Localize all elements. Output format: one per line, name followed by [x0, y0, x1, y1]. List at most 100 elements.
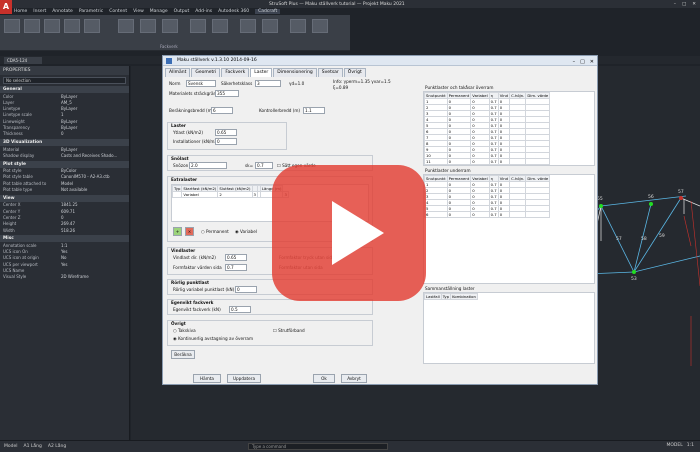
property-row[interactable]: Shadow display Casts and Receives Shado..… — [0, 152, 129, 158]
table-row[interactable]: 6 0 0 0.7 0 — [424, 211, 551, 218]
column-header[interactable]: Dim. värde — [525, 92, 551, 99]
dialog-minimize-icon[interactable]: – — [573, 57, 576, 67]
table-cell[interactable]: 0.7 — [488, 116, 499, 123]
minimize-icon[interactable]: – — [674, 2, 676, 7]
ribbon-tab-manage[interactable]: Manage — [150, 9, 168, 14]
table-cell[interactable]: 0.7 — [488, 128, 499, 135]
formfaktor-input[interactable]: 0.7 — [225, 264, 247, 271]
property-row[interactable]: Thickness 0 — [0, 131, 129, 137]
add-row-button[interactable]: + — [173, 227, 182, 236]
column-header[interactable]: Snutpunkt — [424, 175, 448, 182]
ribbon-tool-icon[interactable] — [262, 19, 278, 33]
truss-node[interactable] — [599, 204, 603, 208]
column-header[interactable]: Startfast (kN/m2) — [181, 185, 219, 192]
ribbon-tab-content[interactable]: Content — [109, 9, 127, 14]
column-header[interactable]: Variabel — [470, 175, 490, 182]
table-cell[interactable] — [509, 211, 527, 218]
table-cell[interactable]: 0.7 — [488, 122, 499, 129]
table-cell[interactable]: 0.7 — [488, 140, 499, 147]
table-cell[interactable]: 0.7 — [488, 110, 499, 117]
column-header[interactable]: Lastfall — [424, 293, 442, 300]
ribbon-tool-icon[interactable] — [140, 19, 156, 33]
property-row[interactable]: Linetype ByLayer — [0, 106, 129, 112]
truss-node[interactable] — [679, 196, 683, 200]
ytlast-input[interactable]: 0.65 — [215, 129, 237, 136]
property-row[interactable]: Center Y 609.71 — [0, 208, 129, 214]
material-input[interactable]: 355 — [215, 90, 239, 97]
ribbon-tab-annotate[interactable]: Annotate — [52, 9, 73, 14]
table-cell[interactable]: 0.7 — [488, 104, 499, 111]
ribbon-tool-icon[interactable] — [24, 19, 40, 33]
delete-row-button[interactable]: × — [185, 227, 194, 236]
ribbon-tab-insert[interactable]: Insert — [33, 9, 46, 14]
property-row[interactable]: Center X 1841.25 — [0, 202, 129, 208]
column-header[interactable]: Vind — [497, 92, 511, 99]
variabel-radio[interactable]: ◉ Variabel — [235, 229, 257, 234]
table-cell[interactable] — [509, 158, 527, 165]
dialog-maximize-icon[interactable]: □ — [580, 57, 585, 67]
application-menu-button[interactable]: A — [0, 0, 12, 14]
installationer-input[interactable]: 0 — [215, 138, 237, 145]
property-section-header[interactable]: View — [0, 194, 129, 202]
property-row[interactable]: Plot style ByColor — [0, 168, 129, 174]
property-section-header[interactable]: General — [0, 86, 129, 93]
column-header[interactable]: Permanent — [446, 92, 472, 99]
dialog-tab-laster[interactable]: Laster — [250, 68, 273, 77]
table-cell[interactable]: 0.7 — [488, 152, 499, 159]
rorlig-punktlast-input[interactable]: 0 — [235, 286, 257, 293]
maximize-icon[interactable]: □ — [682, 2, 686, 7]
layout-tab[interactable]: A2 Lång — [48, 444, 66, 449]
kontrollbredd-input[interactable]: 1.1 — [303, 107, 325, 114]
table-cell[interactable]: 6 — [424, 211, 448, 218]
table-cell[interactable]: 0.7 — [488, 205, 499, 212]
kontinuerlig-radio[interactable]: ◉ Kontinuerlig avstagning av överram — [173, 336, 253, 341]
property-row[interactable]: Material ByLayer — [0, 146, 129, 152]
property-row[interactable]: Visual Style 2D Wireframe — [0, 274, 129, 280]
table-cell[interactable]: 0.7 — [488, 199, 499, 206]
ribbon-tool-icon[interactable] — [290, 19, 306, 33]
truss-node[interactable] — [649, 202, 653, 206]
column-header[interactable]: Dim. värde — [525, 175, 551, 182]
table-cell[interactable]: Variabel — [181, 191, 219, 198]
property-row[interactable]: UCS per viewport Yes — [0, 261, 129, 267]
column-header[interactable]: Slutfast (kN/m2) — [217, 185, 253, 192]
takskiva-radio[interactable]: ○ Takskiva — [173, 328, 196, 333]
property-row[interactable]: Transparency ByLayer — [0, 124, 129, 130]
sakerhetsklass-select[interactable]: 3 — [255, 80, 281, 87]
command-line[interactable]: Type a command — [248, 443, 388, 450]
property-row[interactable]: Layer AM_5 — [0, 99, 129, 105]
table-cell[interactable]: 0 — [497, 158, 511, 165]
column-header[interactable]: C.höjn. — [509, 175, 527, 182]
property-row[interactable]: Lineweight ByLayer — [0, 118, 129, 124]
property-row[interactable]: UCS icon On Yes — [0, 249, 129, 255]
snozon-select[interactable]: 2.0 — [189, 162, 227, 169]
ribbon-tool-icon[interactable] — [118, 19, 134, 33]
dialog-close-icon[interactable]: ✕ — [590, 57, 594, 67]
ribbon-tab-output[interactable]: Output — [174, 9, 190, 14]
table-cell[interactable]: 0 — [470, 158, 490, 165]
column-header[interactable]: C.höjn. — [509, 92, 527, 99]
table-cell[interactable]: 0.7 — [488, 181, 499, 188]
ribbon-tool-icon[interactable] — [312, 19, 328, 33]
property-row[interactable]: Color ByLayer — [0, 93, 129, 99]
uppdatera-button[interactable]: Uppdatera — [227, 374, 261, 383]
table-cell[interactable] — [525, 158, 551, 165]
document-tab[interactable]: CDA5-124 — [4, 57, 42, 64]
table-cell[interactable]: 0.7 — [488, 211, 499, 218]
dialog-tab-dimensionering[interactable]: Dimensionering — [273, 68, 317, 77]
strutforband-checkbox[interactable]: ☐ Strutförband — [273, 328, 305, 333]
column-header[interactable]: Variabel — [470, 92, 490, 99]
table-row[interactable]: 11 0 0 0.7 0 — [424, 158, 551, 165]
property-section-header[interactable]: Plot style — [0, 160, 129, 168]
layout-tab[interactable]: A1 Lång — [24, 444, 42, 449]
ribbon-tab-add-ins[interactable]: Add-ins — [195, 9, 212, 14]
ribbon-tool-icon[interactable] — [44, 19, 60, 33]
annotation-scale[interactable]: 1:1 — [687, 443, 694, 448]
table-cell[interactable]: 0.7 — [488, 98, 499, 105]
ribbon-tool-icon[interactable] — [84, 19, 100, 33]
dialog-tab--vrigt[interactable]: Övrigt — [343, 68, 366, 77]
ribbon-tool-icon[interactable] — [190, 19, 206, 33]
table-cell[interactable]: 0 — [446, 211, 472, 218]
table-cell[interactable]: 0.7 — [488, 193, 499, 200]
table-cell[interactable]: 11 — [424, 158, 448, 165]
